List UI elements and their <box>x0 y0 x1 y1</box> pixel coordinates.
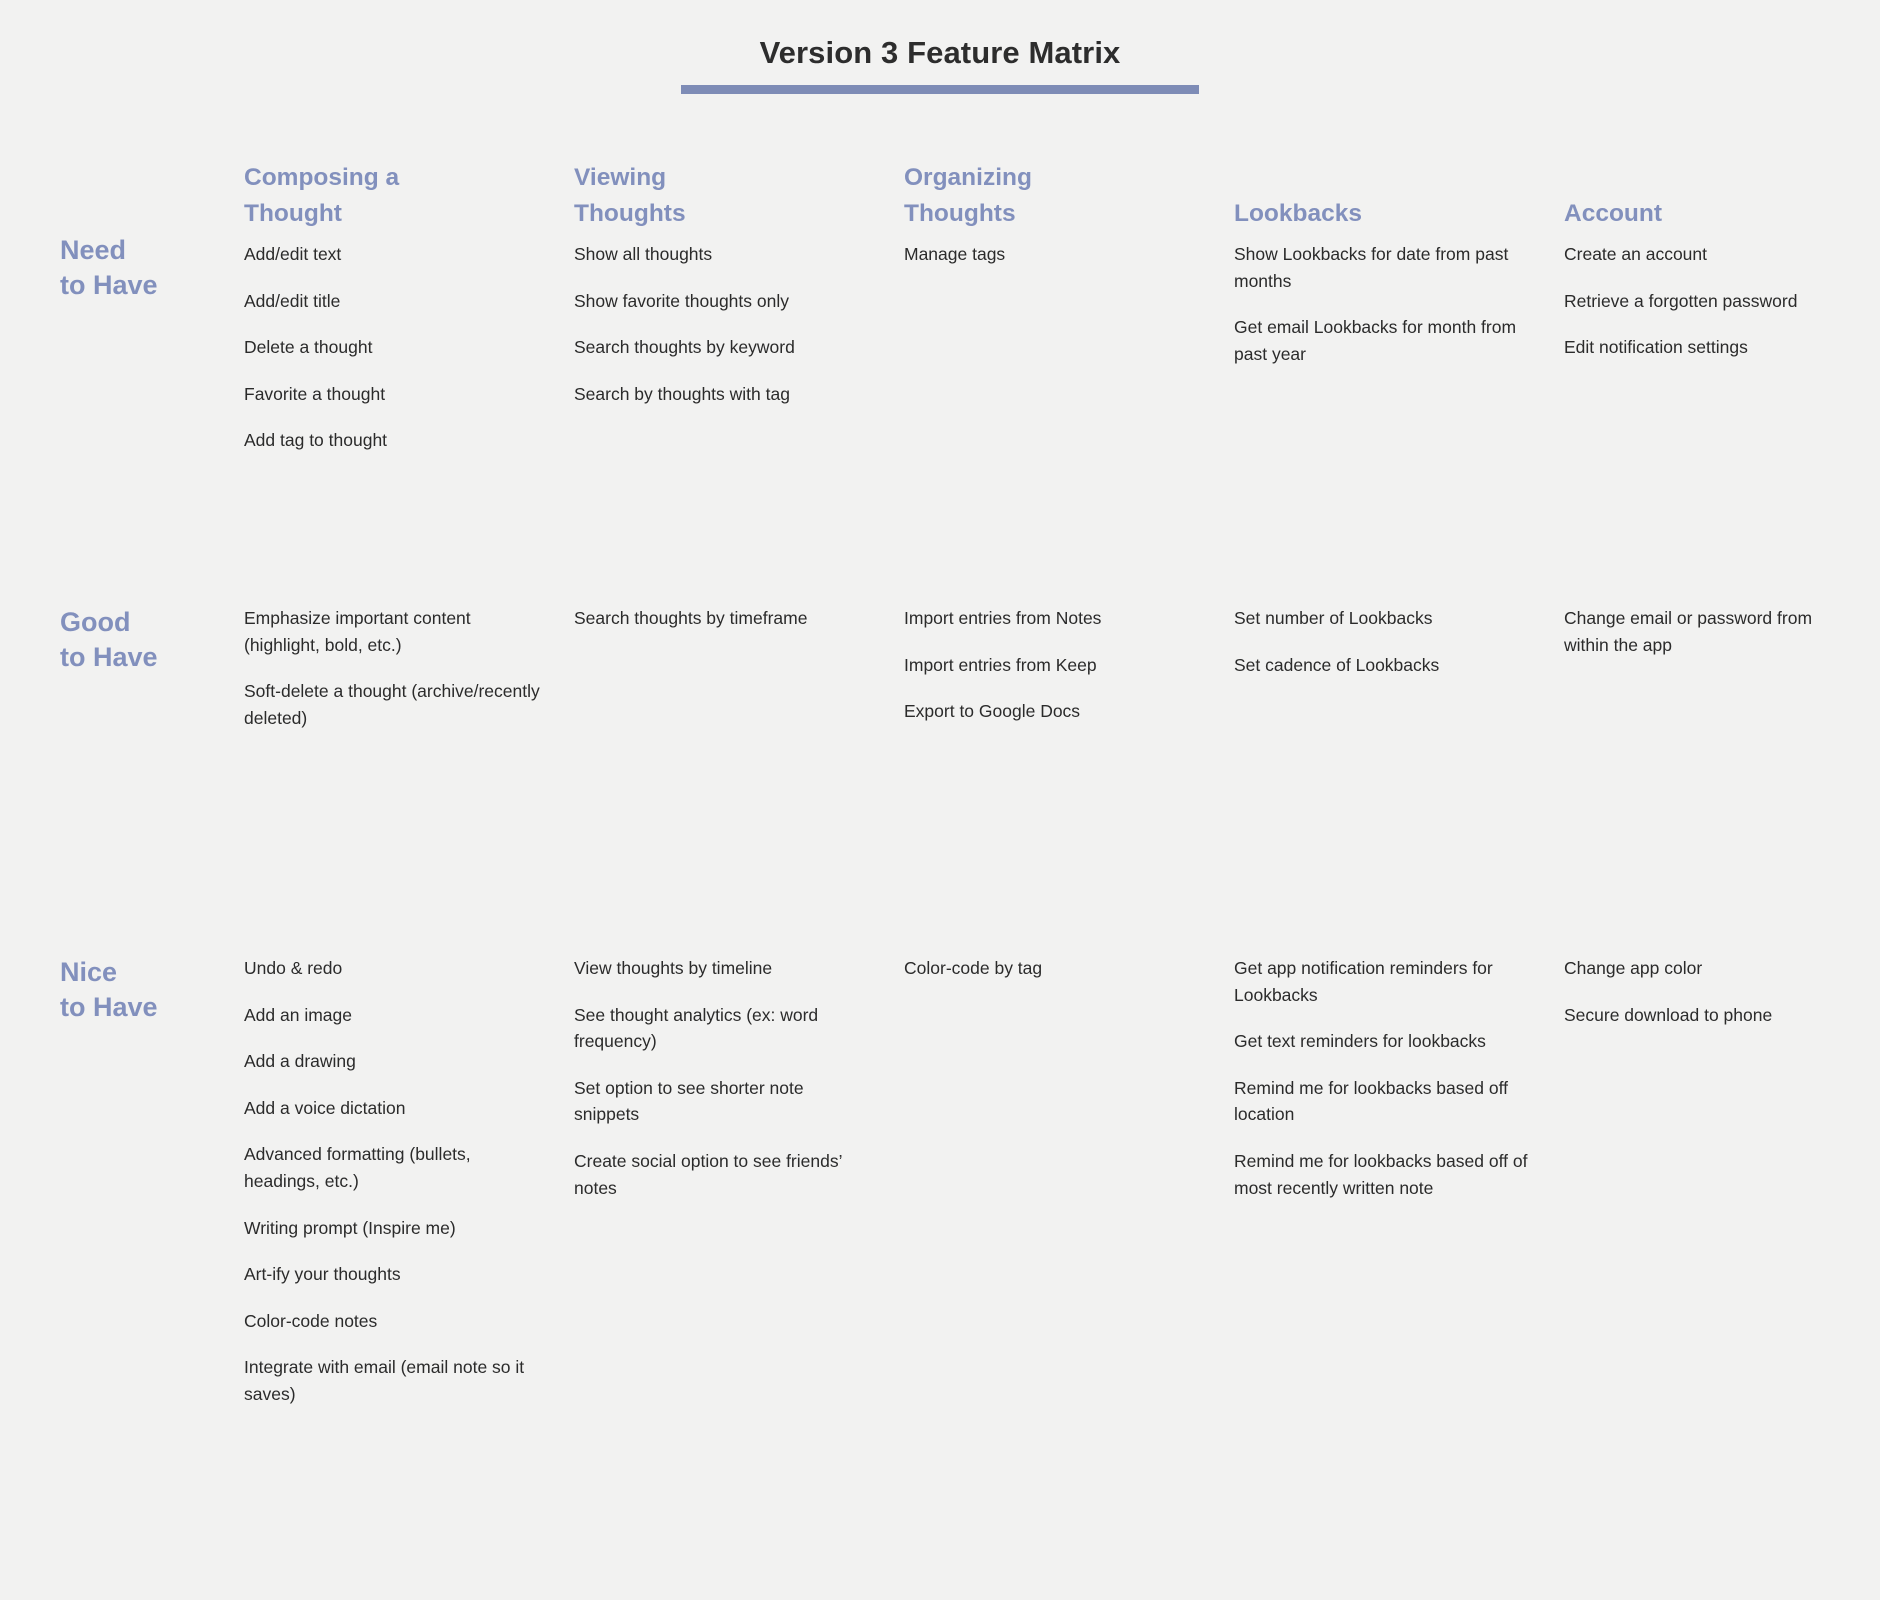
cell-nice-composing: Undo & redo Add an image Add a drawing A… <box>244 955 574 1475</box>
list-item: Search by thoughts with tag <box>574 383 790 404</box>
cell-nice-organizing: Color-code by tag <box>904 955 1234 1475</box>
feature-list: Change app color Secure download to phon… <box>1564 955 1846 1028</box>
list-item: Change email or password from within the… <box>1564 608 1813 655</box>
list-item: View thoughts by timeline <box>574 958 773 979</box>
list-item: Search thoughts by keyword <box>574 337 795 358</box>
list-item: Import entries from Notes <box>904 608 1102 629</box>
feature-list: Import entries from Notes Import entries… <box>904 605 1200 725</box>
list-item: Edit notification settings <box>1564 337 1748 358</box>
list-item: Favorite a thought <box>244 383 386 404</box>
feature-list: Set number of Lookbacks Set cadence of L… <box>1234 605 1530 678</box>
cell-good-composing: Emphasize important content (highlight, … <box>244 605 574 955</box>
list-item: Secure download to phone <box>1564 1004 1773 1025</box>
list-item: Set option to see shorter note snippets <box>574 1077 804 1125</box>
column-header-composing-a-thought: Composing a Thought <box>244 164 400 227</box>
list-item: Show all thoughts <box>574 244 713 265</box>
list-item: Remind me for lookbacks based off of mos… <box>1234 1151 1528 1198</box>
list-item: Export to Google Docs <box>904 701 1081 722</box>
row-label-nice-to-have: Nice to Have <box>60 957 158 1022</box>
list-item: Create social option to see friends’ not… <box>574 1151 842 1198</box>
title-block: Version 3 Feature Matrix <box>0 34 1880 95</box>
feature-list: Create an account Retrieve a forgotten p… <box>1564 241 1846 361</box>
list-item: Emphasize important content (highlight, … <box>244 608 471 655</box>
row-label-need-to-have: Need to Have <box>60 235 158 300</box>
column-header-lookbacks: Lookbacks <box>1234 199 1362 227</box>
feature-list: Emphasize important content (highlight, … <box>244 605 540 731</box>
feature-list: Change email or password from within the… <box>1564 605 1846 658</box>
list-item: Remind me for lookbacks based off locati… <box>1234 1077 1508 1125</box>
list-item: Add a drawing <box>244 1051 356 1072</box>
cell-nice-lookbacks: Get app notification reminders for Lookb… <box>1234 955 1564 1475</box>
list-item: Get app notification reminders for Lookb… <box>1234 958 1493 1005</box>
list-item: Get text reminders for lookbacks <box>1234 1031 1486 1052</box>
row-label-need-to-have-cell: Need to Have <box>0 233 244 605</box>
list-item: Show favorite thoughts only <box>574 290 789 311</box>
list-item: Advanced formatting (bullets, headings, … <box>244 1144 471 1191</box>
list-item: Import entries from Keep <box>904 654 1097 675</box>
list-item: Color-code by tag <box>904 958 1043 979</box>
list-item: Soft-delete a thought (archive/recently … <box>244 681 540 728</box>
list-item: Show Lookbacks for date from past months <box>1234 244 1509 291</box>
title-underline-rule <box>681 85 1199 95</box>
list-item: Get email Lookbacks for month from past … <box>1234 317 1517 364</box>
page-title: Version 3 Feature Matrix <box>759 35 1121 70</box>
feature-list: Show Lookbacks for date from past months… <box>1234 241 1530 367</box>
cell-need-organizing: Manage tags <box>904 233 1234 605</box>
list-item: Retrieve a forgotten password <box>1564 290 1798 311</box>
row-label-good-to-have: Good to Have <box>60 607 158 672</box>
cell-nice-account: Change app color Secure download to phon… <box>1564 955 1880 1475</box>
row-label-good-to-have-cell: Good to Have <box>0 605 244 955</box>
feature-list: Manage tags <box>904 241 1200 268</box>
cell-good-account: Change email or password from within the… <box>1564 605 1880 955</box>
cell-need-lookbacks: Show Lookbacks for date from past months… <box>1234 233 1564 605</box>
row-label-nice-to-have-cell: Nice to Have <box>0 955 244 1475</box>
column-header-viewing-thoughts: Viewing Thoughts <box>574 164 686 227</box>
list-item: Add/edit title <box>244 290 341 311</box>
column-header-account: Account <box>1564 199 1662 227</box>
feature-list: Search thoughts by timeframe <box>574 605 870 632</box>
cell-good-organizing: Import entries from Notes Import entries… <box>904 605 1234 955</box>
cell-need-viewing: Show all thoughts Show favorite thoughts… <box>574 233 904 605</box>
list-item: Create an account <box>1564 244 1708 265</box>
list-item: Integrate with email (email note so it s… <box>244 1357 525 1404</box>
list-item: Add/edit text <box>244 244 342 265</box>
list-item: Manage tags <box>904 244 1006 265</box>
list-item: Delete a thought <box>244 337 373 358</box>
list-item: Set cadence of Lookbacks <box>1234 654 1440 675</box>
feature-list: Color-code by tag <box>904 955 1200 982</box>
feature-list: View thoughts by timeline See thought an… <box>574 955 870 1201</box>
cell-need-account: Create an account Retrieve a forgotten p… <box>1564 233 1880 605</box>
feature-list: Get app notification reminders for Lookb… <box>1234 955 1530 1201</box>
list-item: Change app color <box>1564 958 1703 979</box>
list-item: Search thoughts by timeframe <box>574 608 808 629</box>
list-item: Color-code notes <box>244 1310 378 1331</box>
list-item: See thought analytics (ex: word frequenc… <box>574 1004 819 1052</box>
cell-need-composing: Add/edit text Add/edit title Delete a th… <box>244 233 574 605</box>
list-item: Add an image <box>244 1004 352 1025</box>
list-item: Art-ify your thoughts <box>244 1264 401 1285</box>
cell-good-lookbacks: Set number of Lookbacks Set cadence of L… <box>1234 605 1564 955</box>
list-item: Set number of Lookbacks <box>1234 608 1433 629</box>
feature-matrix-page: Version 3 Feature Matrix Composing a Tho… <box>0 0 1880 1600</box>
matrix-grid: Composing a Thought Viewing Thoughts Org… <box>0 160 1880 1475</box>
feature-list: Undo & redo Add an image Add a drawing A… <box>244 955 540 1408</box>
list-item: Writing prompt (Inspire me) <box>244 1217 456 1238</box>
feature-list: Add/edit text Add/edit title Delete a th… <box>244 241 540 454</box>
list-item: Add tag to thought <box>244 430 388 451</box>
list-item: Add a voice dictation <box>244 1097 406 1118</box>
column-header-organizing-thoughts: Organizing Thoughts <box>904 164 1032 227</box>
list-item: Undo & redo <box>244 958 343 979</box>
cell-nice-viewing: View thoughts by timeline See thought an… <box>574 955 904 1475</box>
feature-list: Show all thoughts Show favorite thoughts… <box>574 241 870 407</box>
cell-good-viewing: Search thoughts by timeframe <box>574 605 904 955</box>
